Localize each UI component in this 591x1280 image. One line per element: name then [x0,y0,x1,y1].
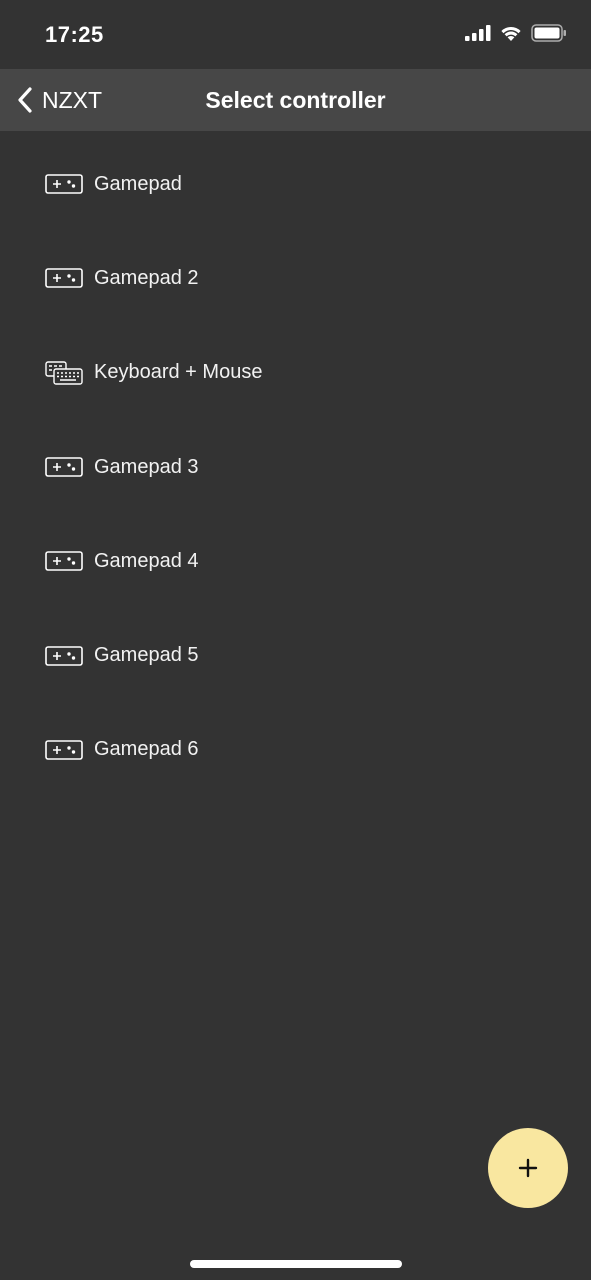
controller-label: Gamepad 6 [94,738,199,761]
controller-item-gamepad[interactable]: Gamepad [0,137,591,231]
chevron-left-icon [18,87,32,113]
controller-label: Gamepad 5 [94,644,199,667]
gamepad-icon [45,173,83,195]
home-indicator [190,1260,402,1268]
controller-item-gamepad-5[interactable]: Gamepad 5 [0,608,591,702]
controller-label: Gamepad [94,172,182,195]
gamepad-icon [45,267,83,289]
controller-label: Keyboard + Mouse [94,361,263,384]
battery-icon [531,24,566,42]
controller-item-keyboard-mouse[interactable]: Keyboard + Mouse [0,326,591,420]
controller-item-gamepad-4[interactable]: Gamepad 4 [0,514,591,608]
status-icons [465,24,567,42]
gamepad-icon [45,645,83,667]
wifi-icon [501,26,521,41]
back-button[interactable]: NZXT [16,69,102,131]
status-bar: 17:25 [0,0,591,69]
controller-label: Gamepad 2 [94,266,199,289]
status-time: 17:25 [45,22,104,47]
gamepad-icon [45,739,83,761]
controller-label: Gamepad 4 [94,549,199,572]
back-label: NZXT [42,86,103,113]
controller-item-gamepad-6[interactable]: Gamepad 6 [0,703,591,797]
gamepad-icon [45,550,83,572]
gamepad-icon [45,456,83,478]
controller-item-gamepad-3[interactable]: Gamepad 3 [0,420,591,514]
add-controller-button[interactable] [488,1128,568,1208]
keyboard-mouse-icon [45,361,83,385]
cellular-signal-icon [465,25,491,41]
navigation-bar: Select controller NZXT [0,69,591,131]
plus-icon [518,1158,538,1178]
controller-item-gamepad-2[interactable]: Gamepad 2 [0,231,591,325]
controller-list: Gamepad Gamepad 2 Keyboard + Mouse Gamep… [0,137,591,797]
controller-label: Gamepad 3 [94,455,199,478]
